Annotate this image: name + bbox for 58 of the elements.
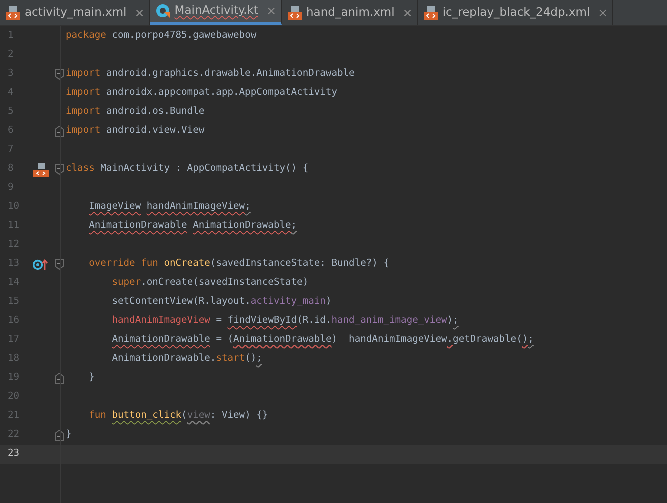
close-icon[interactable]: × (266, 2, 277, 20)
code-line: AnimationDrawable AnimationDrawable; (88, 219, 298, 234)
line-number: 15 (7, 295, 21, 310)
line-number: 14 (7, 276, 21, 290)
tab-label: activity_main.xml (25, 4, 127, 21)
code-line: package com.porpo4785.gawebawebow (66, 29, 257, 44)
line-number: 23 (7, 447, 21, 462)
code-line: class MainActivity : AppCompatActivity() { (66, 162, 309, 176)
code-line: override fun onCreate(savedInstanceState: Bundle?) { (88, 257, 390, 272)
line-number: 3 (7, 67, 15, 82)
line-number: 12 (7, 238, 21, 252)
line-number: 17 (7, 333, 21, 348)
code-line: } (66, 428, 72, 442)
line-number: 10 (7, 200, 21, 214)
editor-tab[interactable]: MainActivity.kt × (150, 0, 282, 25)
xml-file-icon (6, 6, 20, 20)
line-number: 20 (7, 390, 21, 404)
line-number: 16 (7, 314, 21, 328)
editor-tab[interactable]: activity_main.xml × (0, 0, 150, 25)
line-number: 2 (7, 48, 15, 62)
kotlin-class-icon (156, 4, 170, 18)
xml-file-icon (288, 6, 302, 20)
override-icon[interactable] (33, 258, 49, 270)
line-number: 9 (7, 181, 15, 196)
line-number: 13 (7, 257, 21, 272)
line-number: 4 (7, 86, 15, 100)
code-line: AnimationDrawable.start(); (111, 352, 262, 366)
tab-label: MainActivity.kt (174, 2, 258, 20)
close-icon[interactable]: × (402, 4, 413, 22)
editor-tab[interactable]: ic_replay_black_24dp.xml × (418, 0, 614, 25)
line-number: 21 (7, 409, 21, 424)
line-number: 19 (7, 371, 21, 386)
close-icon[interactable]: × (134, 4, 145, 22)
code-line: handAnimImageView = findViewById(R.id.hand_anim_image_view); (111, 314, 459, 328)
code-line: import android.os.Bundle (66, 105, 205, 120)
tab-label: ic_replay_black_24dp.xml (442, 4, 590, 21)
editor-tab[interactable]: hand_anim.xml × (282, 0, 418, 25)
close-icon[interactable]: × (598, 4, 608, 22)
code-line: import android.view.View (66, 124, 205, 138)
code-line: super.onCreate(savedInstanceState) (111, 276, 309, 290)
xml-file-icon (424, 6, 438, 20)
line-number: 5 (7, 105, 15, 120)
code-line: } (88, 371, 95, 386)
line-number: 1 (7, 29, 15, 44)
code-line: AnimationDrawable = (AnimationDrawable) handAnimImageView.getDrawable(); (111, 333, 534, 348)
line-number: 18 (7, 352, 21, 366)
line-number: 11 (7, 219, 21, 234)
code-line: import androidx.appcompat.app.AppCompatActivity (66, 86, 338, 100)
class-layout-icon[interactable] (33, 162, 49, 178)
code-line: setContentView(R.layout.activity_main) (111, 295, 332, 310)
line-number: 22 (7, 428, 21, 442)
line-number: 6 (7, 124, 15, 138)
code-line: ImageView handAnimImageView; (88, 200, 251, 214)
code-line: import android.graphics.drawable.AnimationDrawable (66, 67, 355, 82)
line-number: 8 (7, 162, 15, 176)
code-line: fun button_click(view: View) {} (88, 409, 268, 424)
line-number: 7 (7, 143, 15, 158)
tab-label: hand_anim.xml (306, 4, 395, 21)
